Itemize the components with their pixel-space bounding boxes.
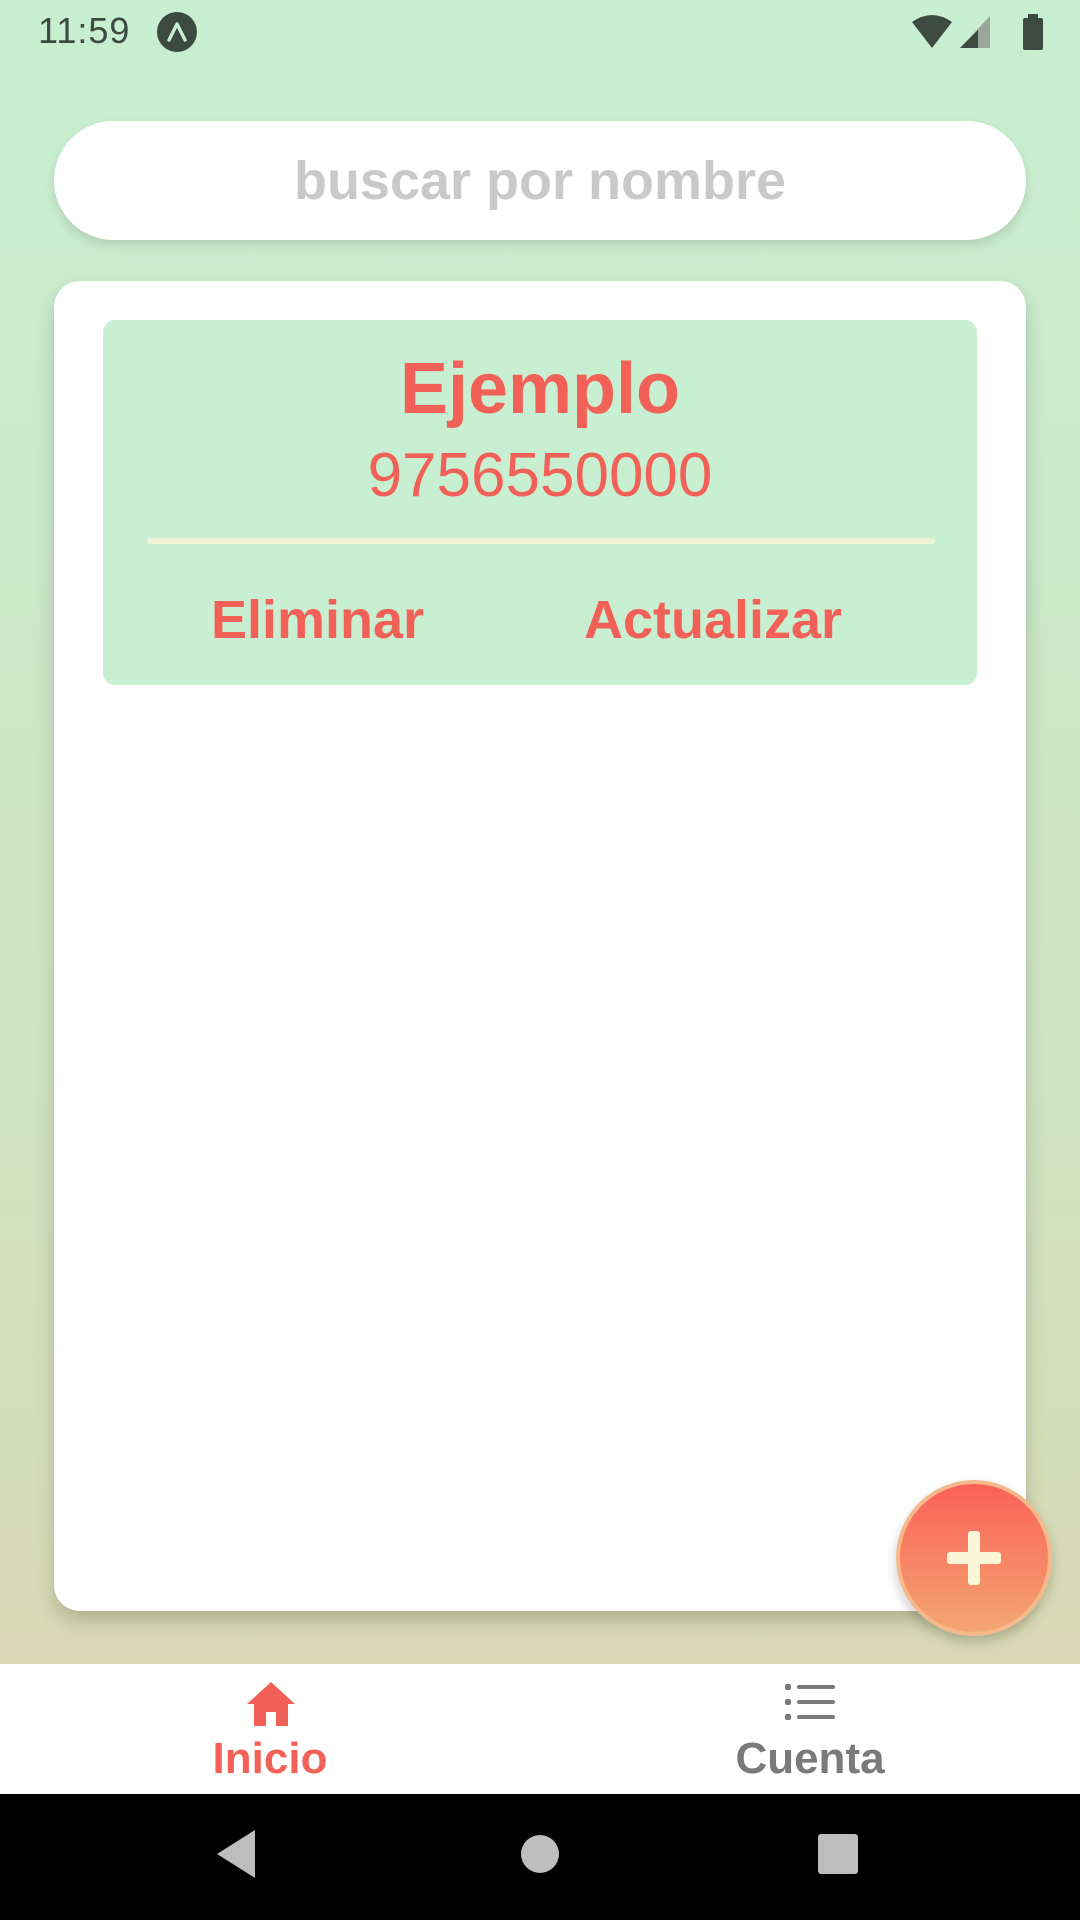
back-icon[interactable] [215,1828,259,1880]
signal-icon [960,16,990,48]
add-contact-button[interactable] [896,1480,1052,1636]
delete-button[interactable]: Eliminar [211,588,424,652]
wifi-icon [912,15,952,48]
nav-item-cuenta[interactable]: Cuenta [660,1664,960,1794]
recents-icon[interactable] [817,1828,859,1880]
nav-item-inicio[interactable]: Inicio [120,1664,420,1794]
contact-phone: 9756550000 [367,441,713,510]
system-nav-bar [0,1794,1080,1920]
card-divider [147,538,935,544]
home-icon [247,1682,295,1726]
contact-card: Ejemplo 9756550000 Eliminar Actualizar [103,320,977,685]
list-icon [785,1684,835,1720]
nav-label-inicio: Inicio [212,1734,328,1783]
home-circle-icon[interactable] [519,1828,561,1880]
status-bar: 11:59 [0,0,1080,64]
search-bar [54,121,1026,240]
nav-label-cuenta: Cuenta [735,1734,885,1783]
contact-list-panel: Ejemplo 9756550000 Eliminar Actualizar [54,281,1026,1611]
search-input[interactable] [54,121,1026,240]
expo-a-icon [157,12,197,52]
update-button[interactable]: Actualizar [581,588,845,652]
plus-icon [947,1531,1001,1585]
battery-icon [1023,14,1043,50]
bottom-nav: Inicio Cuenta [0,1664,1080,1794]
status-time: 11:59 [38,10,131,51]
contact-name: Ejemplo [399,349,681,429]
